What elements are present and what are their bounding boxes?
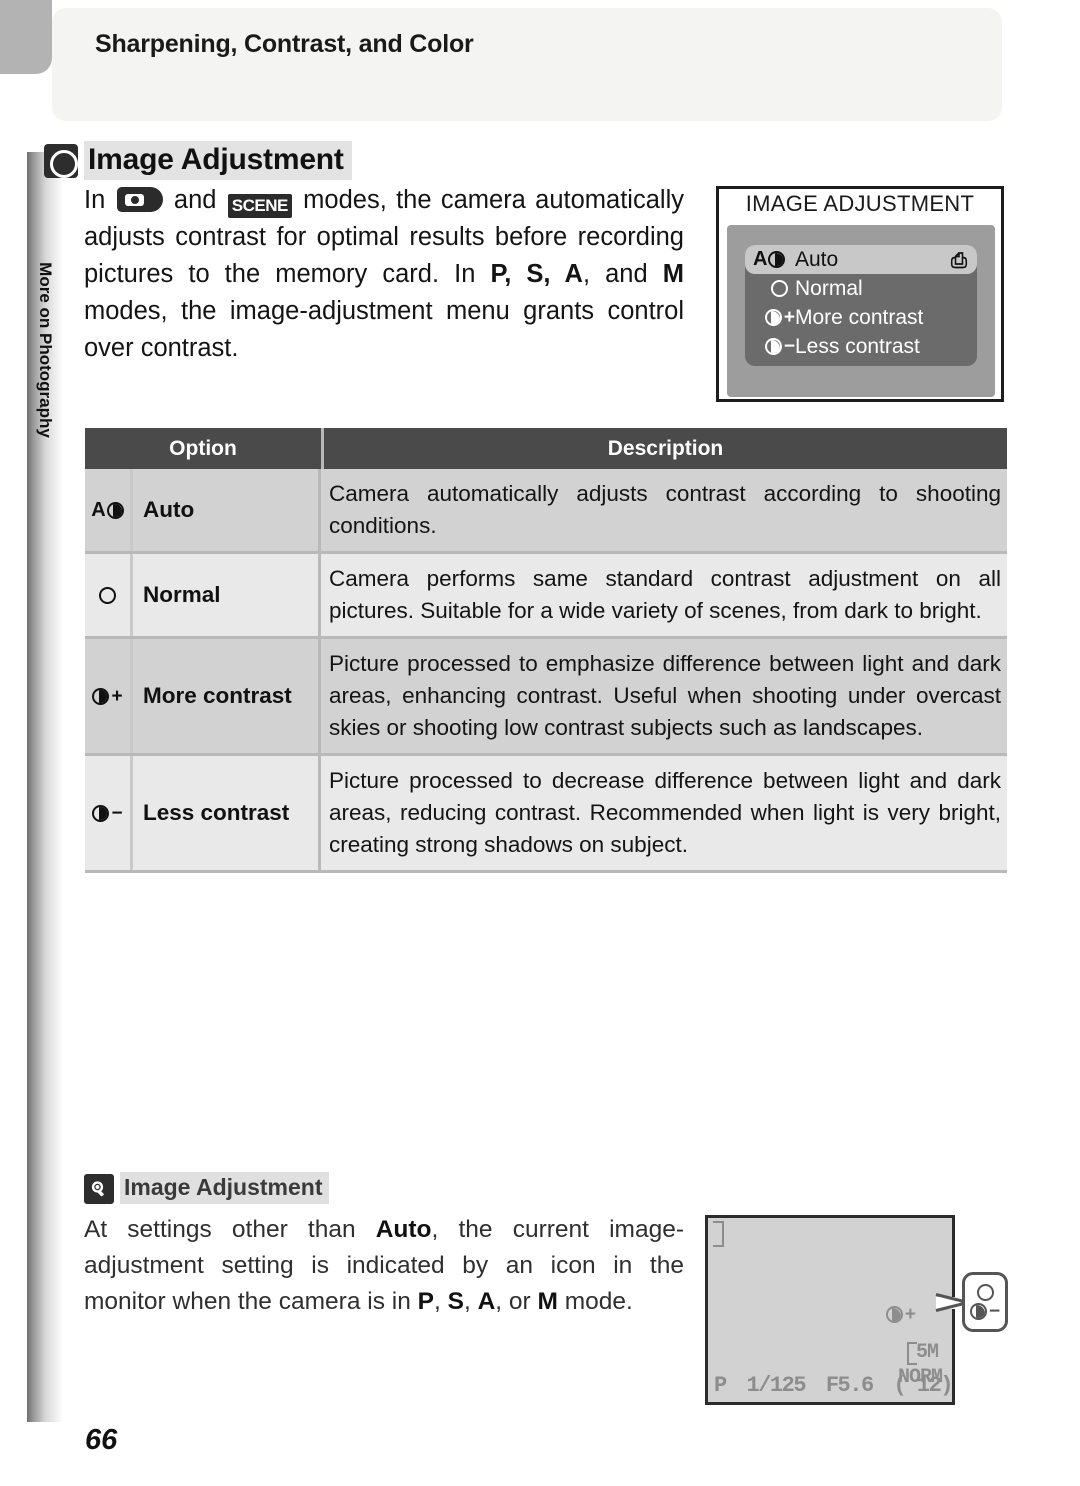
camera-menu-screenshot: IMAGE ADJUSTMENT A Auto ⎙ Normal + More … [716, 186, 1004, 402]
option-description-more-contrast: Picture processed to emphasize differenc… [329, 651, 1001, 740]
callout-bubble: − [962, 1272, 1008, 1332]
column-header-option: Option [85, 428, 324, 469]
auto-contrast-icon: A [753, 249, 795, 269]
menu-item-auto-label: Auto [795, 247, 839, 271]
intro-text-4: , and [582, 260, 648, 288]
option-description-normal: Camera performs same standard contrast a… [329, 566, 1001, 623]
menu-item-less-contrast[interactable]: − Less contrast [745, 332, 977, 361]
option-description-less-contrast: Picture processed to decrease difference… [329, 768, 1001, 857]
option-label-less-contrast: Less contrast [133, 756, 321, 870]
intro-text-5: modes, the image-adjustment menu grants … [84, 297, 684, 362]
normal-circle-icon [753, 280, 795, 297]
option-label-auto: Auto [133, 469, 321, 551]
option-label-more-contrast: More contrast [133, 639, 321, 753]
corner-tab-decoration [0, 0, 52, 74]
normal-circle-icon [976, 1284, 994, 1301]
less-contrast-icon: − [753, 337, 795, 356]
image-size-indicator: 5M [906, 1341, 939, 1365]
table-bottom-border [85, 870, 1007, 873]
section-title: Image Adjustment [84, 141, 352, 180]
menu-screen-body: A Auto ⎙ Normal + More contrast − Less c… [727, 225, 995, 397]
normal-circle-icon [85, 554, 133, 636]
table-header-row: Option Description [85, 428, 1007, 469]
menu-item-less-contrast-label: Less contrast [795, 334, 920, 358]
enter-arrow-icon: ⎙ [951, 250, 967, 272]
options-table: Option Description A Auto Camera automat… [85, 428, 1007, 873]
less-contrast-icon: − [969, 1302, 1000, 1321]
menu-item-more-contrast-label: More contrast [795, 305, 924, 329]
table-row: Normal Camera performs same standard con… [85, 551, 1007, 636]
note-bold-m: M [537, 1288, 558, 1315]
camera-monitor-illustration: + 5M NORM P 1/125 F5.6 ( 12) [705, 1215, 955, 1405]
table-row: + More contrast Picture processed to emp… [85, 636, 1007, 753]
focus-bracket-icon [713, 1221, 724, 1247]
menu-item-normal[interactable]: Normal [745, 274, 977, 303]
scene-mode-icon: SCENE [227, 194, 292, 218]
auto-contrast-icon: A [85, 469, 133, 551]
note-sep-2: , [463, 1288, 471, 1315]
column-header-description: Description [607, 436, 724, 460]
more-contrast-icon: + [885, 1305, 916, 1324]
note-text-3: mode. [564, 1288, 633, 1315]
lightbulb-tip-icon [84, 1174, 114, 1204]
monitor-status-bar: P 1/125 F5.6 ( 12) [714, 1373, 953, 1398]
chapter-side-tab-label: More on Photography [27, 190, 63, 510]
more-contrast-icon: + [753, 308, 795, 327]
table-row: − Less contrast Picture processed to dec… [85, 753, 1007, 870]
option-label-normal: Normal [133, 554, 321, 636]
shutter-speed-indicator: 1/125 [746, 1373, 807, 1398]
page-header-title: Sharpening, Contrast, and Color [95, 30, 474, 58]
more-contrast-icon: + [85, 639, 133, 753]
note-body: At settings other than Auto, the current… [84, 1212, 684, 1320]
aperture-indicator: F5.6 [825, 1373, 874, 1398]
note-sep-3: , or [495, 1288, 531, 1315]
frames-remaining-indicator: ( 12) [893, 1373, 953, 1398]
note-sep-1: , [433, 1288, 441, 1315]
menu-option-list: A Auto ⎙ Normal + More contrast − Less c… [745, 245, 977, 366]
exposure-mode-indicator: P [714, 1373, 727, 1398]
table-row: A Auto Camera automatically adjusts cont… [85, 469, 1007, 551]
menu-screen-title: IMAGE ADJUSTMENT [745, 191, 975, 216]
manual-page: Sharpening, Contrast, and Color More on … [0, 0, 1080, 1486]
note-title: Image Adjustment [120, 1172, 329, 1204]
page-number: 66 [85, 1424, 118, 1456]
section-intro-paragraph: In and SCENE modes, the camera automatic… [84, 182, 684, 367]
intro-text-1: In [84, 186, 106, 214]
option-description-auto: Camera automatically adjusts contrast ac… [329, 481, 1001, 538]
chapter-name: More on Photography [36, 262, 56, 438]
camera-auto-mode-icon [116, 187, 163, 212]
note-bold-p: P [417, 1288, 434, 1315]
intro-mode-m: M [662, 260, 684, 288]
page-header-bar [52, 8, 1002, 121]
menu-item-normal-label: Normal [795, 276, 863, 300]
less-contrast-icon: − [85, 756, 133, 870]
menu-item-auto[interactable]: A Auto ⎙ [745, 245, 977, 274]
intro-text-2: and [173, 186, 217, 214]
circle-outline-icon [44, 144, 78, 178]
note-bold-a: A [477, 1288, 496, 1315]
menu-item-more-contrast[interactable]: + More contrast [745, 303, 977, 332]
note-bold-auto: Auto [375, 1216, 432, 1243]
intro-modes-psa: P, S, A [490, 260, 583, 288]
note-text-1: At settings other than [84, 1216, 356, 1243]
note-bold-s: S [447, 1288, 464, 1315]
